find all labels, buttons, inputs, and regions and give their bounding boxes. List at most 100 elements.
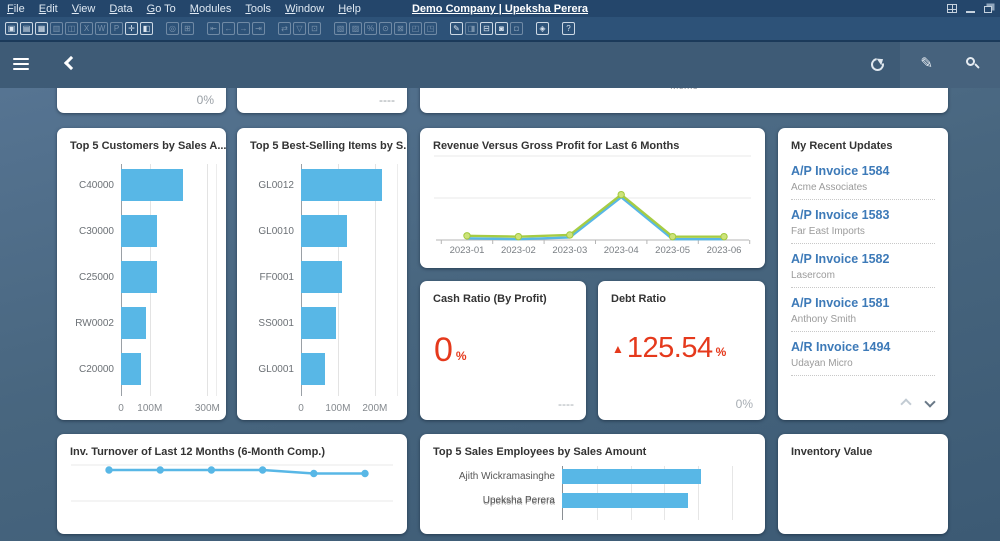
chevron-down-icon[interactable] [924, 396, 935, 407]
target-document-icon[interactable]: ◳ [424, 22, 437, 35]
menu-window[interactable]: Window [278, 2, 331, 16]
copy-icon[interactable]: ▥ [50, 22, 63, 35]
bar-label: GL0010 [249, 226, 301, 237]
menu-data[interactable]: Data [102, 2, 139, 16]
panel-title: Inventory Value [778, 434, 948, 458]
export-excel-icon[interactable]: X [80, 22, 93, 35]
add-record-icon[interactable]: ⊞ [181, 22, 194, 35]
document-link[interactable]: A/P Invoice 1584 [791, 164, 935, 178]
minimize-icon[interactable] [966, 11, 975, 13]
svg-text:2023-06: 2023-06 [707, 245, 742, 256]
menu-view[interactable]: View [65, 2, 103, 16]
restore-icon[interactable] [984, 6, 992, 13]
bar [121, 169, 183, 201]
top5-sales-employees-chart: Ajith WickramasingheUpeksha Perera [432, 464, 757, 520]
chart-title: Top 5 Customers by Sales A... [57, 128, 226, 152]
chevron-up-icon[interactable] [900, 398, 911, 409]
window-controls [947, 4, 1000, 13]
first-record-icon[interactable]: ⇤ [207, 22, 220, 35]
gross-profit-icon[interactable]: % [364, 22, 377, 35]
menu-modules[interactable]: Modules [183, 2, 239, 16]
refresh-icon[interactable] [871, 58, 884, 71]
pencil-icon[interactable]: ✎ [920, 54, 933, 72]
svg-text:2023-02: 2023-02 [501, 245, 536, 256]
export-word-icon[interactable]: W [95, 22, 108, 35]
bar-label: Ajith Wickramasinghe [432, 471, 562, 482]
print-preview-icon[interactable]: ◫ [65, 22, 78, 35]
find-window-icon[interactable]: ▣ [5, 22, 18, 35]
menu-goto[interactable]: Go To [140, 2, 183, 16]
axis-tick-label: 100M [325, 403, 350, 414]
launch-calendar-icon[interactable]: ▦ [35, 22, 48, 35]
document-link[interactable]: A/P Invoice 1582 [791, 252, 935, 266]
refresh-record-icon[interactable]: ⇄ [278, 22, 291, 35]
journal-posting-icon[interactable]: ▨ [349, 22, 362, 35]
bar-label: RW0002 [69, 318, 121, 329]
transaction-journal-icon[interactable]: ▧ [334, 22, 347, 35]
kpi-number: 0 [434, 333, 453, 367]
move-icon[interactable]: ✛ [125, 22, 138, 35]
list-item: A/P Invoice 1582Lasercom [791, 244, 935, 288]
ui-configuration-icon[interactable]: ⊟ [480, 22, 493, 35]
chart-title: Inv. Turnover of Last 12 Months (6-Month… [57, 434, 407, 458]
svg-text:2023-05: 2023-05 [655, 245, 690, 256]
previous-record-icon[interactable]: ← [222, 22, 235, 35]
menu-tools[interactable]: Tools [238, 2, 278, 16]
find-record-icon[interactable]: ◎ [166, 22, 179, 35]
kpi-partial-value: ---- [379, 93, 395, 107]
list-item: A/P Invoice 1584 Acme Associates [791, 156, 935, 200]
bar-track [121, 169, 216, 201]
axis-tick-label: 0 [118, 403, 124, 414]
search-icon[interactable] [966, 57, 980, 71]
cash-ratio-card: Cash Ratio (By Profit) 0 % ---- [420, 281, 586, 420]
menu-edit[interactable]: Edit [32, 2, 65, 16]
menu-file[interactable]: File [0, 2, 32, 16]
bar-label: SS0001 [249, 318, 301, 329]
payment-means-icon[interactable]: ⊙ [379, 22, 392, 35]
hamburger-menu-icon[interactable] [13, 58, 29, 73]
kpi-card-partial-1: 0% [57, 88, 226, 113]
bar-track [121, 261, 216, 293]
cash-ratio-value: 0 % [434, 333, 467, 367]
bar-label: C25000 [69, 272, 121, 283]
top5-customers-chart: C40000C30000C25000RW0002C200000100M300M [69, 162, 216, 414]
bar-label: GL0012 [249, 180, 301, 191]
settings-tool-icon[interactable]: ◈ [536, 22, 549, 35]
document-link[interactable]: A/P Invoice 1581 [791, 296, 935, 310]
bar-row: C40000 [69, 162, 216, 208]
volume-weight-icon[interactable]: ⊠ [394, 22, 407, 35]
menu-help[interactable]: Help [331, 2, 368, 16]
bar [562, 493, 688, 508]
chat-icon[interactable]: ◘ [510, 22, 523, 35]
base-document-icon[interactable]: ◰ [409, 22, 422, 35]
form-settings-icon[interactable]: ◧ [140, 22, 153, 35]
bar-label: FF0001 [249, 272, 301, 283]
document-link[interactable]: A/P Invoice 1583 [791, 208, 935, 222]
print-icon[interactable]: ▤ [20, 22, 33, 35]
document-subtitle: Acme Associates [791, 182, 935, 193]
bar [121, 353, 141, 385]
grid-layout-icon[interactable] [947, 4, 957, 13]
expand-grid-icon[interactable]: ⊡ [308, 22, 321, 35]
messages-icon[interactable]: ◙ [495, 22, 508, 35]
scheduled-update-icon[interactable]: ◨ [465, 22, 478, 35]
axis-tick-label: 0 [298, 403, 304, 414]
next-record-icon[interactable]: → [237, 22, 250, 35]
svg-text:2023-01: 2023-01 [450, 245, 485, 256]
back-icon[interactable] [64, 56, 78, 70]
bar-row: GL0010 [249, 208, 397, 254]
export-pdf-icon[interactable]: P [110, 22, 123, 35]
debt-ratio-value: ▲ 125.54 % [612, 333, 726, 363]
debt-ratio-card: Debt Ratio ▲ 125.54 % 0% [598, 281, 765, 420]
filter-table-icon[interactable]: ▽ [293, 22, 306, 35]
document-link[interactable]: A/R Invoice 1494 [791, 340, 935, 354]
kpi-title: Cash Ratio (By Profit) [420, 281, 586, 305]
last-record-icon[interactable]: ⇥ [252, 22, 265, 35]
edit-mode-icon[interactable]: ✎ [450, 22, 463, 35]
svg-text:2023-04: 2023-04 [604, 245, 639, 256]
bar-track [301, 169, 397, 201]
memo-card-partial: Memo [420, 88, 948, 113]
bar-track [121, 353, 216, 385]
help-icon[interactable]: ? [562, 22, 575, 35]
list-item: A/P Invoice 1583Far East Imports [791, 200, 935, 244]
